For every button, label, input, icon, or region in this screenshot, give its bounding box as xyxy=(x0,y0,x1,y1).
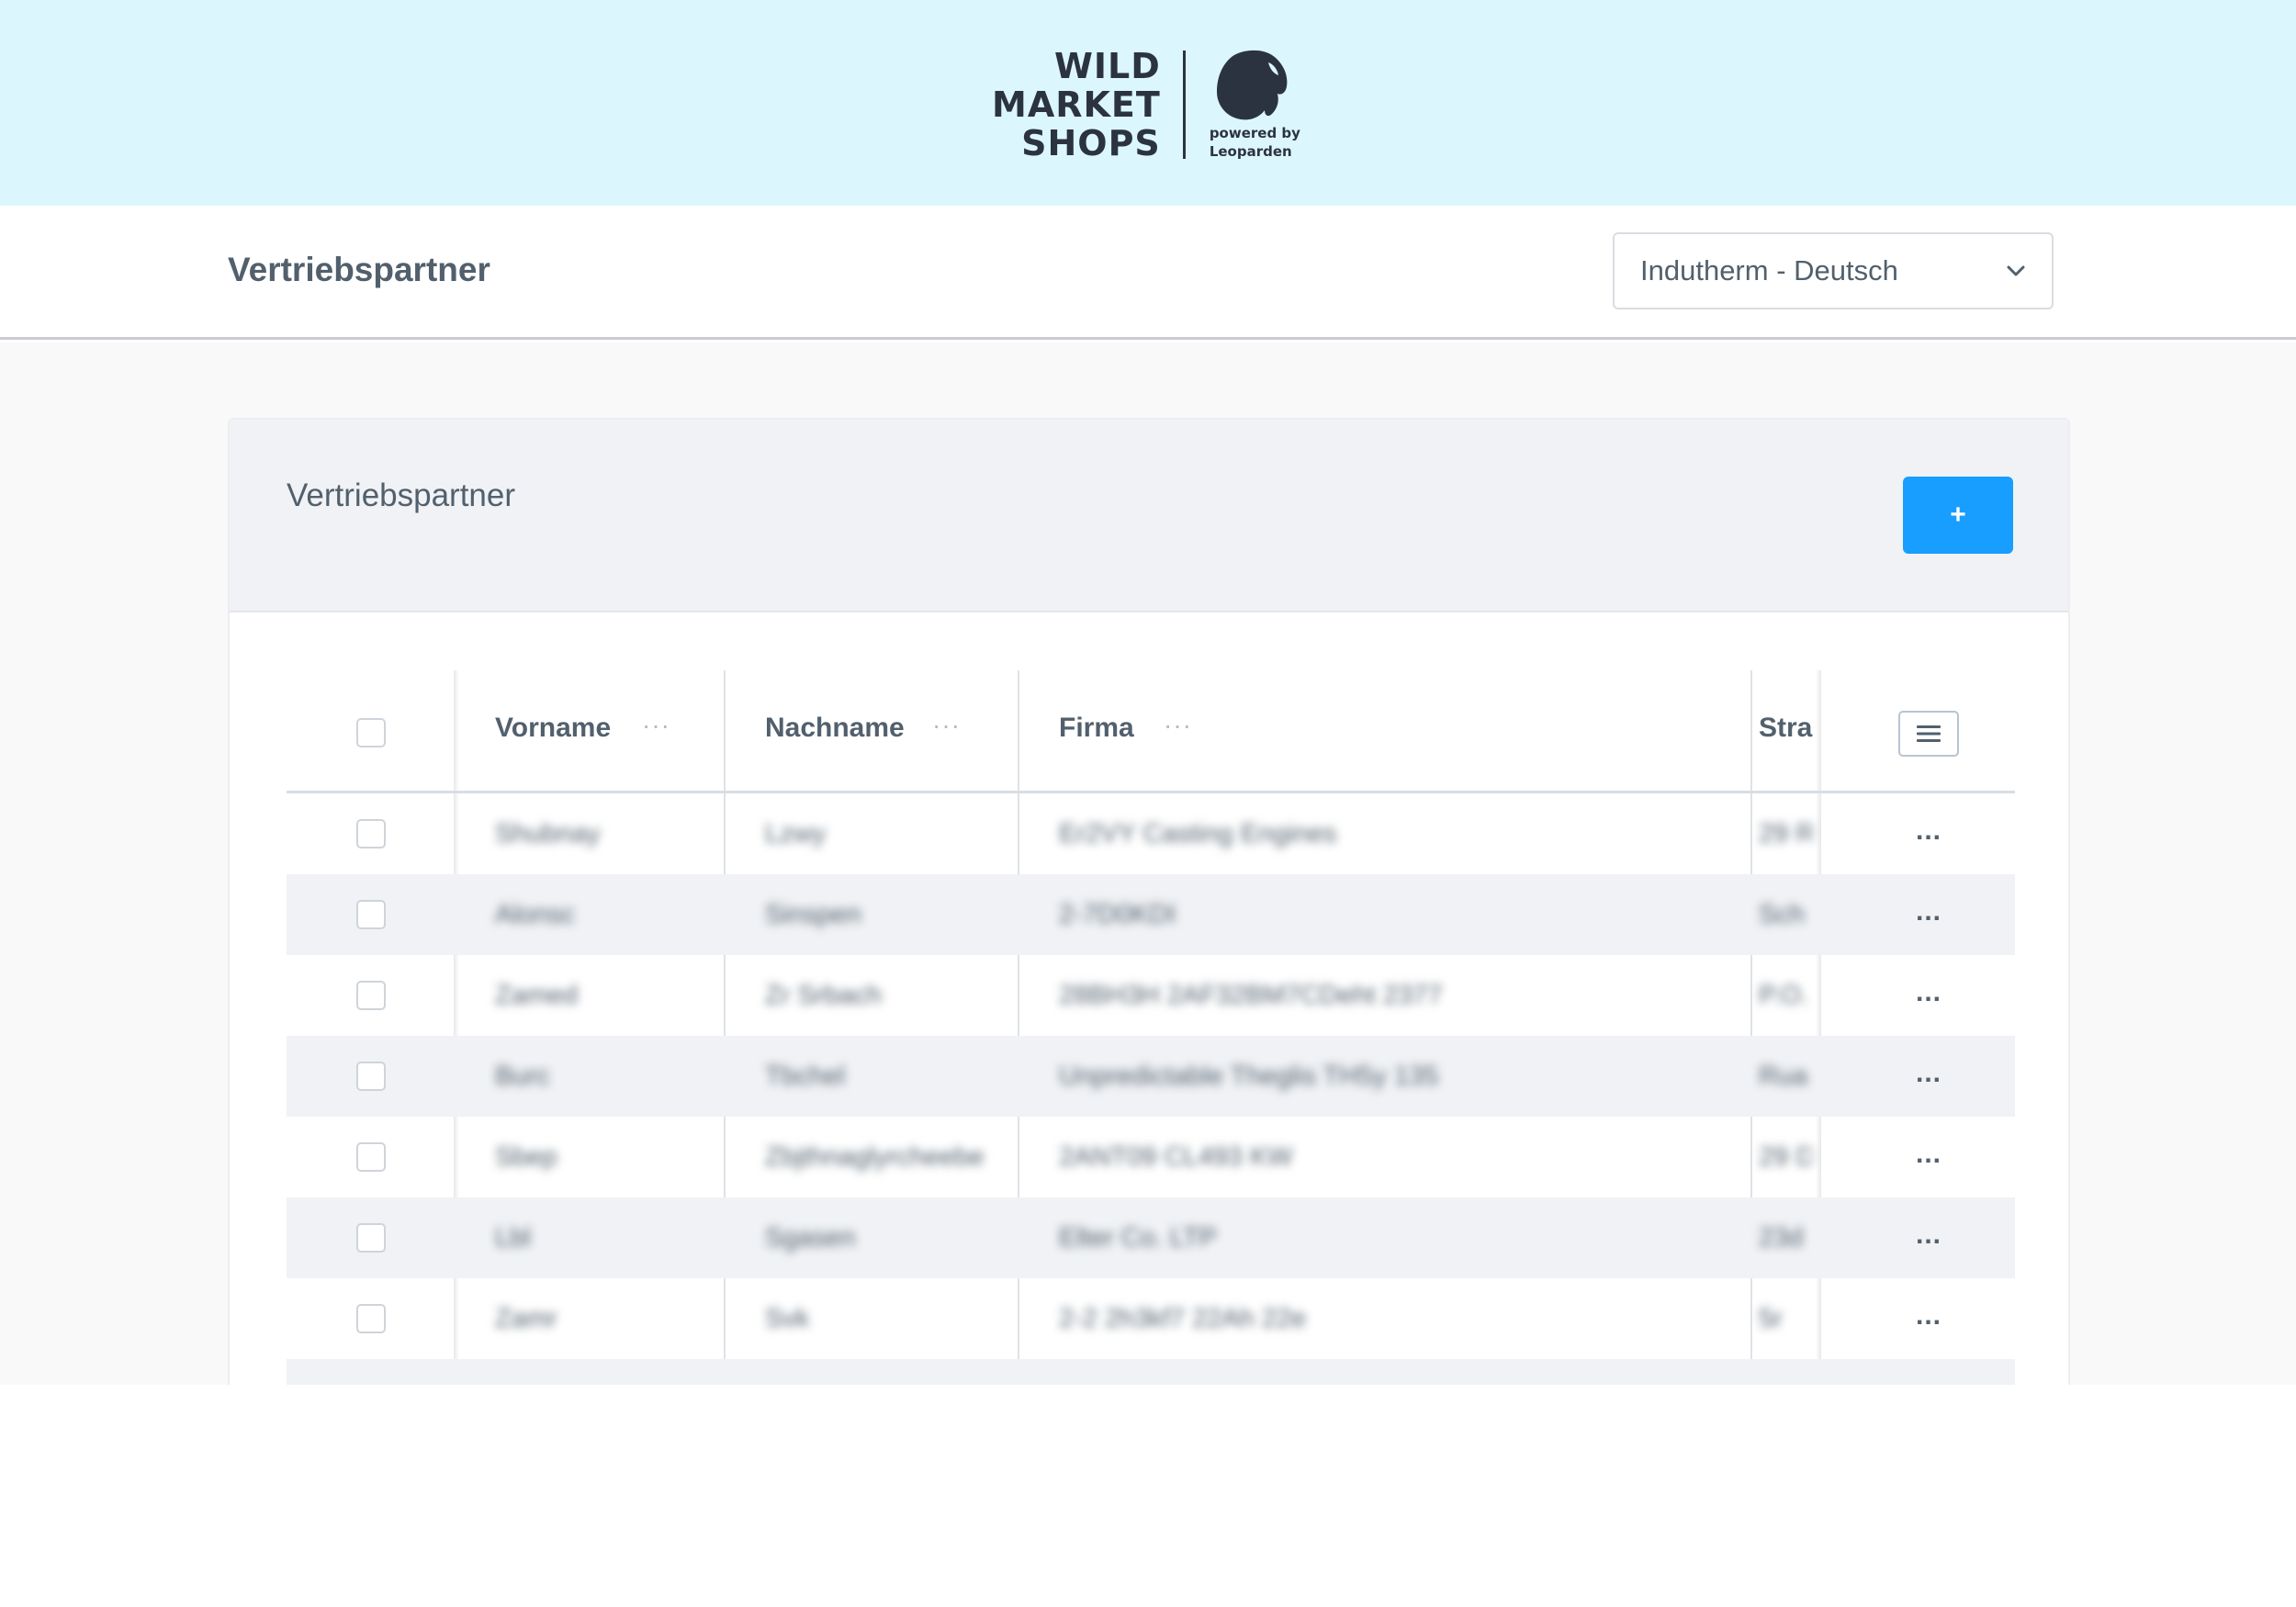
cell-nachname: Sgasen xyxy=(765,1223,856,1253)
hamburger-icon xyxy=(1917,725,1941,742)
page-header: Vertriebspartner Indutherm - Deutsch xyxy=(0,206,2296,340)
logo-partner: powered by Leoparden xyxy=(1210,50,1300,160)
cell-nachname: Lzwy xyxy=(765,819,827,848)
row-checkbox[interactable] xyxy=(356,1304,386,1333)
cell-vorname: Lbl xyxy=(495,1223,531,1253)
table-row[interactable]: Zamr Svk 2-2 2h3kf7 22Ah 22e 5r ... xyxy=(287,1278,2015,1359)
cell-firma: 2-2 2h3kf7 22Ah 22e xyxy=(1059,1304,1307,1333)
add-partner-button[interactable]: + xyxy=(1903,477,2013,554)
cell-firma: Elter Co. LTP xyxy=(1059,1223,1217,1253)
cell-vorname: Alonsc xyxy=(495,900,576,929)
cell-strasse: Sch xyxy=(1759,900,1805,929)
row-checkbox[interactable] xyxy=(356,981,386,1010)
card-header: Vertriebspartner + xyxy=(230,420,2068,612)
cell-strasse: 23d xyxy=(1759,1223,1804,1253)
logo-wordmark: WILD MARKET SHOPS xyxy=(992,47,1161,163)
logo-line-2: MARKET xyxy=(992,84,1161,125)
cell-strasse: Rua xyxy=(1759,1062,1808,1091)
shop-select-value: Indutherm - Deutsch xyxy=(1640,254,1898,287)
logo-divider xyxy=(1182,51,1186,159)
table-row[interactable]: Burc Tbchel Unpredictable Theglis TH5y 1… xyxy=(287,1036,2015,1117)
table-row[interactable]: Lbl Sgasen Elter Co. LTP 23d ... xyxy=(287,1197,2015,1278)
table-row[interactable]: Sbep Zbjthnaglyrcheebe 2ANT09 CL493 KW 2… xyxy=(287,1117,2015,1197)
column-options-vorname[interactable]: ··· xyxy=(642,711,670,740)
row-actions-button[interactable]: ... xyxy=(1916,815,1941,847)
column-header-strasse-clip: Stra xyxy=(1759,713,1816,744)
row-actions-button[interactable]: ... xyxy=(1916,1139,1941,1170)
row-actions-button[interactable]: ... xyxy=(1916,1300,1941,1332)
chevron-down-icon xyxy=(2007,265,2025,276)
cell-strasse: 29 R xyxy=(1759,819,1812,848)
row-checkbox[interactable] xyxy=(356,900,386,929)
column-header-strasse[interactable]: Stra xyxy=(1759,713,1812,743)
shop-language-select[interactable]: Indutherm - Deutsch xyxy=(1613,232,2054,309)
row-actions-button[interactable]: ... xyxy=(1916,896,1941,927)
cell-firma: 28BH3H 2AF32BM7CDeht 2377 xyxy=(1059,981,1443,1010)
cell-firma: Unpredictable Theglis TH5y 135 xyxy=(1059,1062,1439,1091)
row-checkbox[interactable] xyxy=(356,1142,386,1172)
card-title: Vertriebspartner xyxy=(287,478,516,513)
cell-vorname: Shubnay xyxy=(495,819,601,848)
cell-vorname: Sbep xyxy=(495,1142,557,1172)
leopard-head-icon xyxy=(1216,50,1288,120)
logo-line-1: WILD xyxy=(1054,46,1161,86)
column-header-firma[interactable]: Firma xyxy=(1059,713,1134,744)
cell-strasse: 5r xyxy=(1759,1304,1783,1333)
grid-header-row: Vorname ··· Nachname ··· Firma ··· Stra xyxy=(287,670,2015,793)
cell-firma: 2ANT09 CL493 KW xyxy=(1059,1142,1293,1172)
cell-vorname: Burc xyxy=(495,1062,550,1091)
column-options-nachname[interactable]: ··· xyxy=(932,711,961,740)
cell-nachname: Zr Srbach xyxy=(765,981,883,1010)
wild-market-shops-logo[interactable]: WILD MARKET SHOPS powered by Leoparden xyxy=(992,42,1300,167)
page-bottom-area xyxy=(0,1385,2296,1607)
cell-vorname: Zamed xyxy=(495,981,579,1010)
page-title: Vertriebspartner xyxy=(228,251,490,288)
partners-data-grid: Vorname ··· Nachname ··· Firma ··· Stra xyxy=(287,670,2015,1385)
cell-nachname: Svk xyxy=(765,1304,810,1333)
table-row[interactable]: Shubnay Lzwy Er2VY Casting Engines 29 R … xyxy=(287,793,2015,874)
partner-name: Leoparden xyxy=(1209,143,1292,160)
row-checkbox[interactable] xyxy=(356,1223,386,1253)
row-actions-button[interactable]: ... xyxy=(1916,1058,1941,1089)
row-actions-button[interactable]: ... xyxy=(1916,1219,1941,1251)
cell-strasse: P.O. xyxy=(1759,981,1809,1010)
column-options-firma[interactable]: ··· xyxy=(1164,711,1192,740)
column-header-nachname[interactable]: Nachname xyxy=(765,713,905,744)
column-header-vorname[interactable]: Vorname xyxy=(495,713,611,744)
powered-by-label: powered by xyxy=(1209,125,1300,141)
cell-firma: 2-7D0KDI xyxy=(1059,900,1176,929)
cell-nachname: Tbchel xyxy=(765,1062,846,1091)
table-row[interactable]: Zamed Zr Srbach 28BH3H 2AF32BM7CDeht 237… xyxy=(287,955,2015,1036)
select-all-checkbox[interactable] xyxy=(356,718,386,747)
brand-banner: WILD MARKET SHOPS powered by Leoparden xyxy=(0,0,2296,206)
table-row-partial[interactable] xyxy=(287,1359,2015,1385)
row-checkbox[interactable] xyxy=(356,1062,386,1091)
cell-vorname: Zamr xyxy=(495,1304,557,1333)
cell-strasse: 29 D xyxy=(1759,1142,1812,1172)
partners-card: Vertriebspartner + Vorname ··· Nachname … xyxy=(228,418,2070,1385)
logo-line-3: SHOPS xyxy=(1021,123,1161,163)
table-row[interactable]: Alonsc Sinspen 2-7D0KDI Sch ... xyxy=(287,874,2015,955)
row-checkbox[interactable] xyxy=(356,819,386,848)
cell-nachname: Zbjthnaglyrcheebe xyxy=(765,1142,985,1172)
cell-firma: Er2VY Casting Engines xyxy=(1059,819,1337,848)
cell-nachname: Sinspen xyxy=(765,900,861,929)
column-settings-button[interactable] xyxy=(1898,711,1959,757)
row-actions-button[interactable]: ... xyxy=(1916,977,1941,1008)
